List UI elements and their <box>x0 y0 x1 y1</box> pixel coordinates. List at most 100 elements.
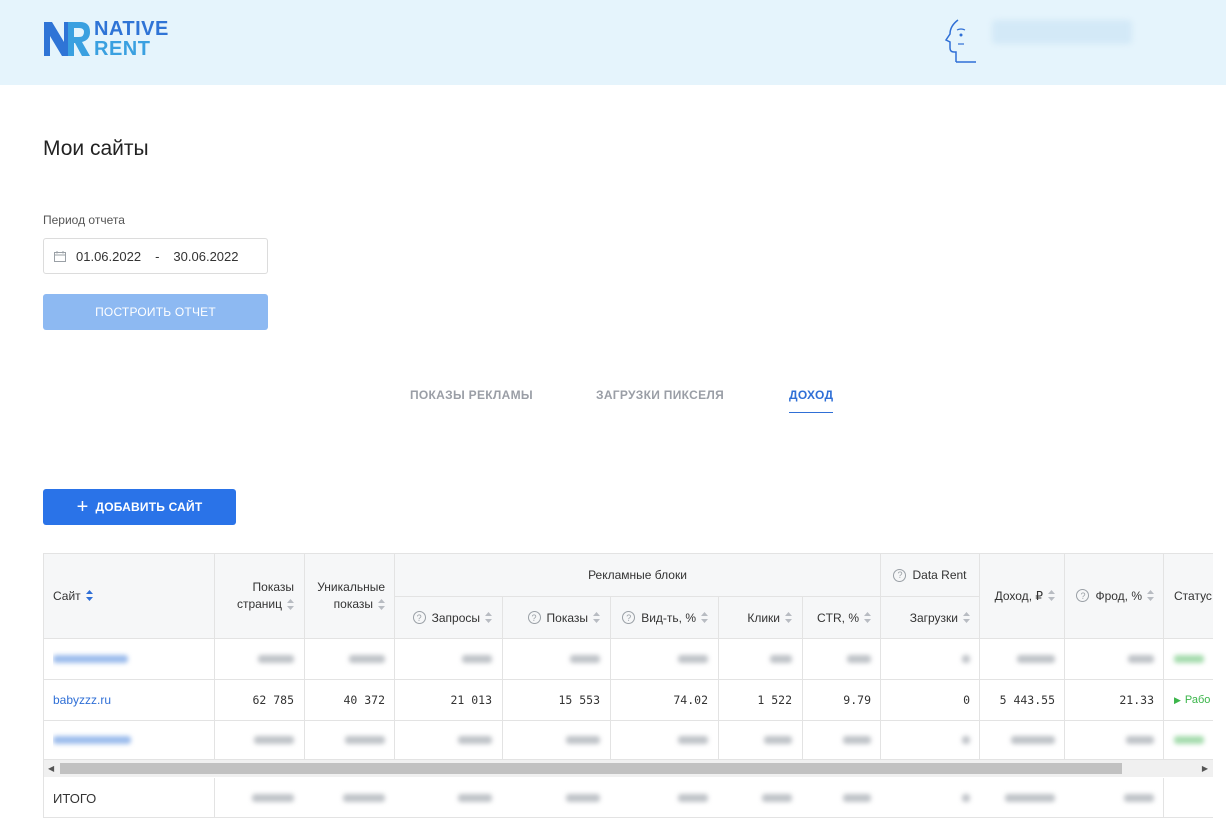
horizontal-scrollbar[interactable]: ◀ ▶ <box>43 759 1213 777</box>
table-row[interactable]: babyzzz.ru <box>53 680 213 720</box>
col-data-rent-label: Data Rent <box>912 568 967 582</box>
grid-line <box>802 596 803 759</box>
sort-icon[interactable] <box>1147 590 1154 601</box>
brand-name: NATIVE RENT <box>94 19 169 59</box>
grid-line <box>394 553 395 759</box>
cell-redacted <box>719 721 801 759</box>
col-viewability[interactable]: ? Вид-ть, % <box>611 597 717 638</box>
cell-redacted <box>803 639 880 679</box>
user-account-redacted[interactable] <box>992 20 1132 44</box>
col-loads[interactable]: Загрузки <box>881 597 979 638</box>
help-icon[interactable]: ? <box>1076 589 1090 602</box>
top-header: NATIVE RENT <box>0 0 1226 85</box>
cell-redacted <box>719 639 801 679</box>
scroll-right-icon[interactable]: ▶ <box>1202 764 1208 773</box>
site-link-redacted[interactable] <box>53 655 128 663</box>
cell-redacted <box>980 639 1064 679</box>
col-ctr[interactable]: CTR, % <box>803 597 880 638</box>
cell-redacted <box>1065 639 1163 679</box>
tab-ad-impressions[interactable]: ПОКАЗЫ РЕКЛАМЫ <box>410 388 533 402</box>
site-link[interactable]: babyzzz.ru <box>53 693 111 707</box>
sort-icon[interactable] <box>85 590 93 601</box>
cell-redacted <box>215 639 303 679</box>
tab-income[interactable]: ДОХОД <box>789 388 834 413</box>
sort-icon[interactable] <box>1048 590 1055 601</box>
col-clicks[interactable]: Клики <box>719 597 801 638</box>
grid-line <box>979 553 980 759</box>
sort-icon[interactable] <box>701 612 708 623</box>
sort-icon[interactable] <box>963 612 970 623</box>
col-fraud[interactable]: ? Фрод, % <box>1065 553 1163 638</box>
scroll-left-icon[interactable]: ◀ <box>48 764 54 773</box>
help-icon[interactable]: ? <box>893 568 907 582</box>
cell-redacted <box>803 721 880 759</box>
help-icon[interactable]: ? <box>622 611 636 624</box>
site-link-redacted[interactable] <box>53 736 131 744</box>
grid-line <box>395 596 979 597</box>
user-avatar-icon[interactable] <box>944 18 978 64</box>
help-icon[interactable]: ? <box>412 611 426 624</box>
col-income[interactable]: Доход, ₽ <box>980 553 1064 638</box>
cell-redacted <box>305 639 394 679</box>
col-status[interactable]: Статус <box>1164 553 1213 638</box>
brand-logo[interactable]: NATIVE RENT <box>42 18 169 60</box>
col-impressions[interactable]: ? Показы <box>503 597 609 638</box>
total-label: ИТОГО <box>53 790 97 806</box>
cell-income: 5 443.55 <box>999 693 1055 707</box>
add-site-button[interactable]: + ДОБАВИТЬ САЙТ <box>43 489 236 525</box>
cell-requests: 21 013 <box>450 693 492 707</box>
total-redacted <box>1065 778 1163 818</box>
cell-redacted <box>611 721 717 759</box>
brand-line2: RENT <box>94 38 151 60</box>
grid-line <box>718 596 719 759</box>
date-separator: - <box>155 248 160 264</box>
date-range-picker[interactable]: 01.06.2022 - 30.06.2022 <box>43 238 268 274</box>
grid-line <box>43 638 1213 639</box>
report-period-label: Период отчета <box>43 213 125 227</box>
grid-line <box>1163 553 1164 759</box>
sort-icon[interactable] <box>593 612 600 623</box>
col-ctr-label: CTR, % <box>817 610 859 625</box>
cell-clicks: 1 522 <box>757 693 792 707</box>
sort-icon[interactable] <box>864 612 871 623</box>
build-report-button[interactable]: ПОСТРОИТЬ ОТЧЕТ <box>43 294 268 330</box>
grid-line <box>1163 778 1164 818</box>
sort-icon[interactable] <box>485 612 492 623</box>
status-badge[interactable]: ▶ Рабо <box>1164 680 1213 720</box>
cell-redacted <box>611 639 717 679</box>
cell-redacted <box>1164 721 1213 759</box>
grid-line <box>502 596 503 759</box>
col-impressions-label: Показы <box>546 610 588 625</box>
plus-icon: + <box>76 496 89 518</box>
col-requests[interactable]: ? Запросы <box>395 597 501 638</box>
col-income-label: Доход, ₽ <box>994 588 1043 603</box>
sort-icon[interactable] <box>785 612 792 623</box>
col-unique-line1: Уникальные <box>317 580 385 594</box>
col-unique-views[interactable]: Уникальные показы <box>305 575 394 617</box>
brand-line1: NATIVE <box>94 18 169 40</box>
date-to[interactable]: 30.06.2022 <box>173 249 238 264</box>
sites-table: Сайт Показы страниц Уникальные показы Ре… <box>43 553 1213 818</box>
grid-line <box>43 553 44 818</box>
scrollbar-thumb[interactable] <box>60 763 1122 774</box>
cell-page-views: 62 785 <box>252 693 294 707</box>
tab-pixel-loads[interactable]: ЗАГРУЗКИ ПИКСЕЛЯ <box>596 388 724 402</box>
cell-loads: 0 <box>963 693 970 707</box>
cell-unique: 40 372 <box>343 693 385 707</box>
col-page-views-line2: страниц <box>236 597 282 611</box>
sort-icon[interactable] <box>378 599 385 611</box>
grid-line <box>1064 553 1065 759</box>
col-unique-line2-wrap: показы <box>334 596 385 613</box>
total-redacted <box>881 778 979 818</box>
help-icon[interactable]: ? <box>527 611 541 624</box>
table-row[interactable] <box>53 721 213 759</box>
sort-icon[interactable] <box>287 599 294 611</box>
col-page-views[interactable]: Показы страниц <box>215 575 303 617</box>
date-from[interactable]: 01.06.2022 <box>76 249 141 264</box>
col-site[interactable]: Сайт <box>53 553 213 638</box>
cell-redacted <box>1164 639 1213 679</box>
cell-redacted <box>215 721 303 759</box>
table-row[interactable] <box>53 639 213 679</box>
report-tabs: ПОКАЗЫ РЕКЛАМЫ ЗАГРУЗКИ ПИКСЕЛЯ ДОХОД <box>0 388 1226 414</box>
grid-line <box>610 596 611 759</box>
